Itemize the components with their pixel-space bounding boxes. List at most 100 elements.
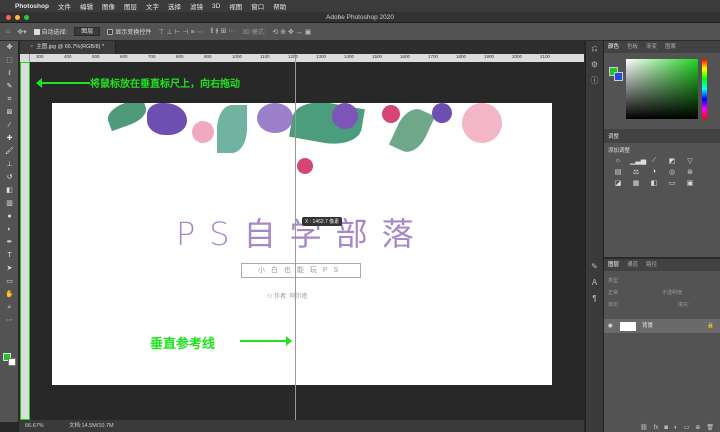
document-canvas[interactable]: PS自学部落 小白也能玩PS ⚇ 作者: 阿尔塔 (52, 103, 552, 385)
brush-tool-icon[interactable]: 🖌 (0, 145, 19, 158)
lasso-tool-icon[interactable]: ℓ (0, 67, 19, 80)
quick-select-tool-icon[interactable]: ✎ (0, 80, 19, 93)
black-white-icon[interactable]: ◑ (648, 168, 660, 176)
vertical-guide-line[interactable] (295, 54, 296, 420)
invert-icon[interactable]: ◪ (612, 179, 624, 187)
color-picker-field[interactable] (626, 59, 698, 119)
zoom-tool-icon[interactable]: ⌕ (0, 301, 19, 314)
pink-flower-decoration (462, 103, 502, 143)
panel-background-swatch[interactable] (614, 72, 623, 81)
menu-filter[interactable]: 滤镜 (190, 1, 203, 11)
brightness-icon[interactable]: ☼ (612, 157, 624, 165)
crop-tool-icon[interactable]: ⌗ (0, 93, 19, 106)
tab-color[interactable]: 颜色 (608, 41, 619, 53)
3d-icons[interactable]: ⟲ ⊕ ✥ ↔ ▣ (272, 28, 311, 36)
threshold-icon[interactable]: ◧ (648, 179, 660, 187)
menu-type[interactable]: 文字 (146, 1, 159, 11)
hue-slider[interactable] (702, 59, 707, 119)
auto-select-checkbox[interactable]: 自动选择: (33, 27, 67, 36)
gradient-tool-icon[interactable]: ▥ (0, 197, 19, 210)
exposure-icon[interactable]: ◩ (666, 157, 678, 165)
move-tool-icon[interactable]: ✥ (0, 41, 19, 54)
blend-mode-select[interactable]: 正常 (608, 289, 618, 296)
vibrance-icon[interactable]: ▽ (684, 157, 696, 165)
hand-tool-icon[interactable]: ✋ (0, 288, 19, 301)
menu-app-name[interactable]: Photoshop (15, 3, 49, 10)
photo-filter-icon[interactable]: ◎ (666, 168, 678, 176)
minimize-window-button[interactable] (15, 15, 20, 20)
document-size[interactable]: 文档:14.5M/10.7M (69, 420, 114, 432)
info-icon[interactable]: ⓘ (586, 73, 603, 89)
mask-icon[interactable]: ◙ (664, 422, 668, 432)
gradient-map-icon[interactable]: ▭ (666, 179, 678, 187)
more-tools-icon[interactable]: ⋯ (0, 314, 19, 327)
stamp-tool-icon[interactable]: ⊥ (0, 158, 19, 171)
folder-icon[interactable]: ▭ (684, 422, 690, 432)
eraser-tool-icon[interactable]: ◧ (0, 184, 19, 197)
tab-gradients[interactable]: 渐变 (646, 41, 657, 53)
brush-settings-icon[interactable]: ✎ (586, 259, 603, 275)
layer-row[interactable]: ◉ 背景 🔒 (604, 319, 720, 333)
new-layer-icon[interactable]: ⊕ (695, 422, 700, 432)
healing-tool-icon[interactable]: ✚ (0, 132, 19, 145)
horizontal-ruler[interactable]: 300 400 500 600 700 800 900 1000 1100 12… (30, 54, 584, 62)
close-window-button[interactable] (6, 15, 11, 20)
menu-3d[interactable]: 3D (212, 3, 220, 10)
history-brush-tool-icon[interactable]: ↺ (0, 171, 19, 184)
link-icon[interactable]: ⛓ (640, 422, 648, 432)
vertical-ruler[interactable] (20, 62, 30, 420)
hue-saturation-icon[interactable]: ▤ (612, 168, 624, 176)
shape-tool-icon[interactable]: ▭ (0, 275, 19, 288)
properties-icon[interactable]: ⚙ (586, 57, 603, 73)
posterize-icon[interactable]: ▦ (630, 179, 642, 187)
menu-layer[interactable]: 图层 (124, 1, 137, 11)
move-tool-icon[interactable]: ✥▾ (17, 28, 26, 36)
blur-tool-icon[interactable]: ● (0, 210, 19, 223)
zoom-window-button[interactable] (24, 15, 29, 20)
menu-image[interactable]: 图像 (102, 1, 115, 11)
path-select-tool-icon[interactable]: ➤ (0, 262, 19, 275)
fill-label[interactable]: 填充: (678, 301, 689, 308)
background-color-swatch[interactable] (8, 358, 16, 366)
tab-channels[interactable]: 通道 (627, 259, 638, 271)
menu-file[interactable]: 文件 (58, 1, 71, 11)
distribute-icons[interactable]: ⫴ ⫵ ⊞ ⋯ (211, 27, 236, 36)
home-icon[interactable]: ⌂ (6, 28, 10, 35)
layer-filter-kind[interactable]: 类型 (608, 277, 618, 284)
opacity-label[interactable]: 不透明度: (662, 289, 683, 296)
align-icons[interactable]: ⊤ ⊥ ⊢ ⊣ ≡ ⋯ (158, 28, 203, 36)
auto-select-dropdown[interactable]: 图层 (74, 27, 101, 36)
menu-help[interactable]: 帮助 (273, 1, 286, 11)
menu-window[interactable]: 窗口 (251, 1, 264, 11)
history-icon[interactable]: ⎌ (586, 41, 603, 57)
document-tab[interactable]: × 主图.jpg @ 66.7%(RGB/8) * (20, 41, 116, 54)
layer-name[interactable]: 背景 (642, 319, 653, 333)
type-tool-icon[interactable]: T (0, 249, 19, 262)
character-icon[interactable]: A (586, 275, 603, 291)
zoom-level[interactable]: 66.67% (25, 423, 44, 429)
eye-icon[interactable]: ◉ (608, 319, 613, 333)
paragraph-icon[interactable]: ¶ (586, 291, 603, 307)
menu-select[interactable]: 选择 (168, 1, 181, 11)
selective-color-icon[interactable]: ▣ (684, 179, 696, 187)
trash-icon[interactable]: 🗑 (706, 422, 714, 432)
tab-swatches[interactable]: 色板 (627, 41, 638, 53)
fx-icon[interactable]: fx (654, 422, 659, 432)
pen-tool-icon[interactable]: ✒ (0, 236, 19, 249)
curves-icon[interactable]: ⟋ (648, 157, 660, 165)
eyedropper-tool-icon[interactable]: ⁄ (0, 119, 19, 132)
tab-patterns[interactable]: 图案 (665, 41, 676, 53)
levels-icon[interactable]: ▁▃▅ (630, 157, 646, 165)
marquee-tool-icon[interactable]: ⬚ (0, 54, 19, 67)
channel-mixer-icon[interactable]: ⊛ (684, 168, 696, 176)
dodge-tool-icon[interactable]: ◐ (0, 223, 19, 236)
ruler-origin[interactable] (20, 54, 30, 62)
menu-view[interactable]: 视图 (229, 1, 242, 11)
frame-tool-icon[interactable]: ⊠ (0, 106, 19, 119)
tab-paths[interactable]: 路径 (646, 259, 657, 271)
color-balance-icon[interactable]: ⚖ (630, 168, 642, 176)
show-transform-checkbox[interactable]: 显示变换控件 (107, 27, 151, 36)
tab-layers[interactable]: 图层 (608, 259, 619, 271)
adjustment-layer-icon[interactable]: ◐ (674, 422, 678, 432)
menu-edit[interactable]: 编辑 (80, 1, 93, 11)
